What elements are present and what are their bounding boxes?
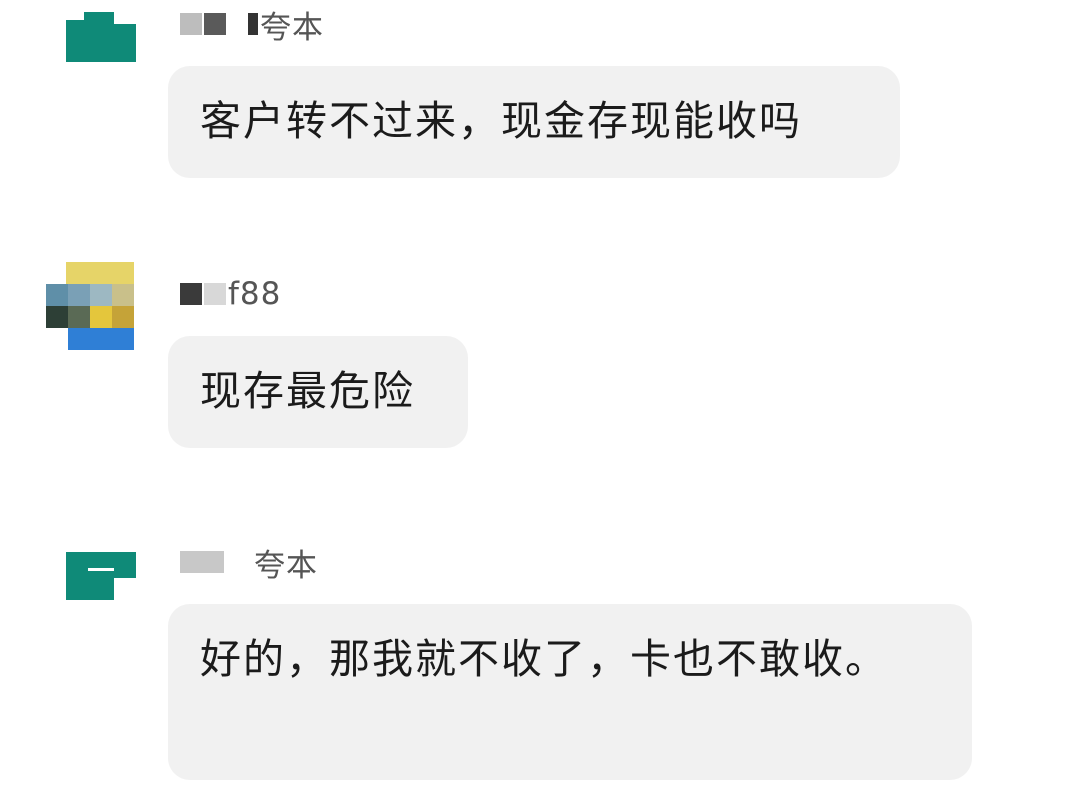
message-text: 好的，那我就不收了，卡也不敢收。	[200, 635, 888, 683]
name-redaction	[248, 13, 258, 35]
name-redaction	[180, 13, 202, 35]
avatar[interactable]	[66, 552, 136, 600]
name-redaction	[204, 283, 226, 305]
sender-name: 夸本	[180, 4, 324, 46]
sender-name: 夸本	[180, 542, 318, 584]
sender-name-text: 夸本	[254, 547, 318, 584]
message-text: 现存最危险	[200, 367, 415, 415]
message-bubble[interactable]: 现存最危险	[168, 336, 468, 448]
name-redaction	[204, 13, 226, 35]
name-redaction	[180, 283, 202, 305]
avatar[interactable]	[46, 262, 134, 352]
message-text: 客户转不过来，现金存现能收吗	[200, 97, 802, 145]
avatar[interactable]	[66, 12, 136, 62]
message-bubble[interactable]: 好的，那我就不收了，卡也不敢收。	[168, 604, 972, 780]
message-bubble[interactable]: 客户转不过来，现金存现能收吗	[168, 66, 900, 178]
sender-name-text: f88	[228, 276, 282, 312]
sender-name: f88	[180, 274, 281, 314]
sender-name-text: 夸本	[260, 9, 324, 46]
name-redaction	[180, 551, 224, 573]
